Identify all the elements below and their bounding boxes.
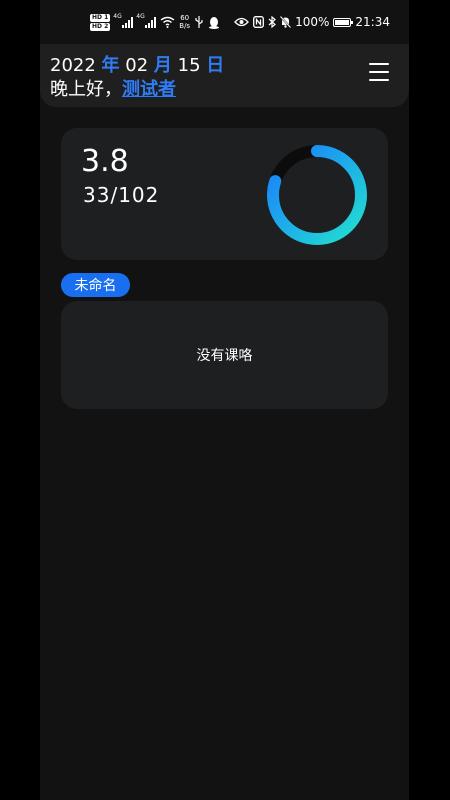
year-unit: 年: [101, 55, 120, 76]
hd-indicator: HD 1 HD 2: [90, 13, 111, 31]
semester-tag[interactable]: 未命名: [61, 273, 130, 297]
date-display: 2022 年 02 月 15 日: [50, 51, 224, 77]
qq-icon: [209, 16, 220, 29]
day-value: 15: [177, 55, 201, 76]
wifi-icon: [160, 16, 175, 28]
battery-icon: [333, 17, 354, 27]
empty-course-message: 没有课咯: [196, 348, 253, 364]
cell-signal-2-icon: 4G: [136, 13, 157, 28]
gpa-card[interactable]: 3.8 33/102: [61, 128, 388, 260]
clock: 21:34: [355, 15, 390, 29]
year-value: 2022: [50, 55, 96, 76]
sig2-label: 4G: [136, 13, 145, 20]
battery-percent: 100%: [295, 15, 330, 29]
course-card: 没有课咯: [61, 301, 388, 409]
hd2-badge: HD 2: [90, 22, 111, 31]
sig1-label: 4G: [113, 13, 122, 20]
greeting: 晚上好，测试者: [50, 75, 176, 101]
mute-bell-icon: [280, 16, 292, 28]
hd1-badge: HD 1: [90, 13, 111, 22]
status-bar-right: 100% 21:34: [234, 12, 390, 32]
month-value: 02: [125, 55, 149, 76]
usb-icon: [195, 15, 203, 28]
credits-progress: 33/102: [83, 183, 160, 207]
nfc-icon: [253, 16, 265, 28]
month-unit: 月: [153, 55, 172, 76]
network-speed: 60 B/s: [179, 14, 190, 30]
cell-signal-icon: 4G: [113, 13, 134, 28]
menu-icon[interactable]: [369, 63, 389, 81]
app-screen: HD 1 HD 2 4G 4G 60 B/s 100% 21:34 2022 年…: [40, 0, 409, 800]
gpa-value: 3.8: [81, 144, 129, 179]
eye-icon: [234, 17, 249, 27]
status-bar: HD 1 HD 2 4G 4G 60 B/s 100% 21:34: [40, 0, 409, 44]
speed-value: 60: [180, 14, 190, 22]
speed-unit: B/s: [179, 22, 191, 30]
progress-ring: [267, 145, 367, 245]
username-link[interactable]: 测试者: [122, 79, 176, 100]
bluetooth-icon: [268, 16, 277, 28]
status-bar-left: HD 1 HD 2 4G 4G 60 B/s: [90, 12, 220, 32]
header-card: 2022 年 02 月 15 日 晚上好，测试者: [40, 44, 409, 107]
greeting-text: 晚上好，: [50, 79, 122, 100]
day-unit: 日: [206, 55, 225, 76]
